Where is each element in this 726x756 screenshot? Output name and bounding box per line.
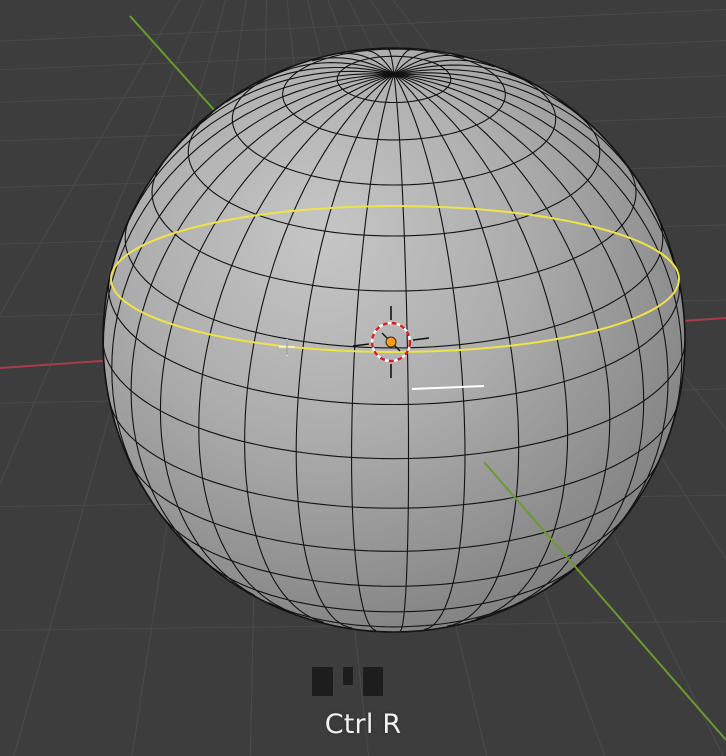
shortcut-label: Ctrl R (324, 709, 402, 740)
mouse-left-button-icon (312, 667, 333, 696)
grid-line (0, 8, 726, 42)
3d-viewport[interactable] (0, 0, 726, 756)
keystroke-overlay: Ctrl R (0, 660, 726, 756)
viewport-canvas[interactable] (0, 0, 726, 756)
object-origin (385, 336, 397, 348)
mouse-wheel-icon (343, 667, 353, 685)
mouse-right-button-icon (363, 667, 383, 696)
mouse-keymap-icon (312, 667, 384, 697)
